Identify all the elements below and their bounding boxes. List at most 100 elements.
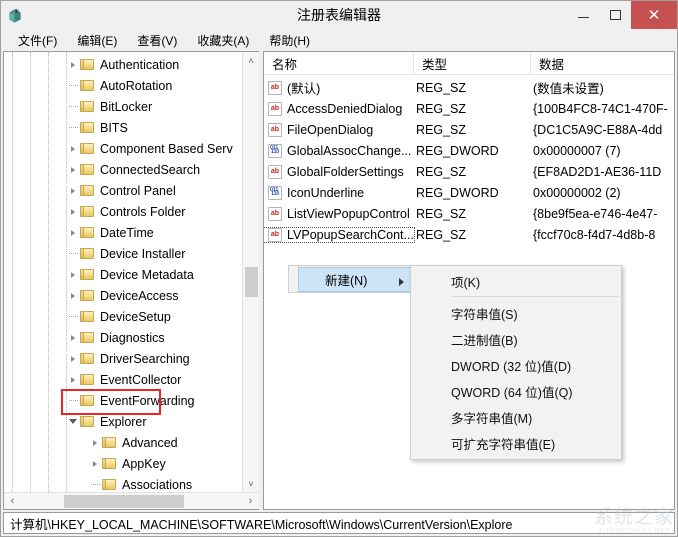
tree-node[interactable]: ConnectedSearch: [4, 159, 242, 180]
tree-node[interactable]: DateTime: [4, 222, 242, 243]
close-button[interactable]: ✕: [631, 1, 677, 29]
window-controls: ✕: [567, 1, 677, 29]
tree-vertical-scrollbar[interactable]: ˄ ˅: [242, 52, 259, 492]
context-menu-new-label: 新建(N): [325, 274, 368, 288]
value-name: LVPopupSearchCont...: [287, 227, 414, 242]
tree-scroll-left-button[interactable]: ‹: [4, 493, 21, 510]
tree-node[interactable]: Device Metadata: [4, 264, 242, 285]
value-data: {EF8AD2D1-AE36-11D: [533, 164, 662, 179]
menu-file[interactable]: 文件(F): [9, 30, 66, 51]
tree-scroll-down-button[interactable]: ˅: [243, 475, 260, 492]
value-name-cell: 011 110 GlobalAssocChange...: [264, 143, 414, 158]
tree-node[interactable]: DriverSearching: [4, 348, 242, 369]
expand-arrow-icon[interactable]: [66, 145, 80, 152]
value-type: REG_SZ: [416, 80, 467, 95]
tree-node[interactable]: BitLocker: [4, 96, 242, 117]
tree-node[interactable]: BITS: [4, 117, 242, 138]
value-data: 0x00000007 (7): [533, 143, 621, 158]
menu-view[interactable]: 查看(V): [128, 30, 186, 51]
tree-node[interactable]: DeviceAccess: [4, 285, 242, 306]
expand-arrow-icon[interactable]: [66, 355, 80, 362]
value-type: REG_SZ: [416, 101, 467, 116]
tree-node[interactable]: Diagnostics: [4, 327, 242, 348]
context-menu-item[interactable]: 二进制值(B): [411, 326, 621, 352]
menu-help[interactable]: 帮助(H): [260, 30, 319, 51]
expand-arrow-icon[interactable]: [66, 208, 80, 215]
value-row[interactable]: ab LVPopupSearchCont... REG_SZ {fccf70c8-f4…: [264, 224, 674, 245]
context-menu-item-new[interactable]: 新建(N): [298, 267, 415, 292]
tree-scroll-row: Authentication AutoRotation BitLocker BITS C…: [4, 52, 259, 492]
tree-node[interactable]: Component Based Serv: [4, 138, 242, 159]
tree-node[interactable]: Device Installer: [4, 243, 242, 264]
value-row[interactable]: ab FileOpenDialog REG_SZ {DC1C5A9C-E88A-4dd: [264, 119, 674, 140]
expand-arrow-icon[interactable]: [66, 166, 80, 173]
value-name: AccessDeniedDialog: [287, 101, 403, 116]
tree-node[interactable]: Controls Folder: [4, 201, 242, 222]
expand-arrow-icon[interactable]: [88, 460, 102, 467]
context-menu-item[interactable]: 项(K): [411, 268, 621, 294]
tree-node[interactable]: Control Panel: [4, 180, 242, 201]
folder-icon: [102, 478, 117, 491]
registry-editor-icon-svg: [9, 8, 21, 22]
expand-arrow-icon[interactable]: [66, 334, 80, 341]
tree-node[interactable]: Explorer: [4, 411, 242, 432]
context-menu-item[interactable]: QWORD (64 位)值(Q): [411, 378, 621, 404]
tree-node[interactable]: EventForwarding: [4, 390, 242, 411]
tree-node[interactable]: AppKey: [4, 453, 242, 474]
expand-arrow-icon[interactable]: [66, 376, 80, 383]
tree-node[interactable]: Authentication: [4, 54, 242, 75]
context-menu-item[interactable]: DWORD (32 位)值(D): [411, 352, 621, 378]
tree-node[interactable]: EventCollector: [4, 369, 242, 390]
value-name: (默认): [287, 82, 321, 96]
context-menu-item[interactable]: 多字符串值(M): [411, 404, 621, 430]
registry-tree-pane: Authentication AutoRotation BitLocker BITS C…: [3, 51, 259, 510]
folder-icon: [80, 226, 95, 239]
expand-arrow-icon[interactable]: [66, 61, 80, 68]
value-row[interactable]: ab AccessDeniedDialog REG_SZ {100B4FC8-74C1…: [264, 98, 674, 119]
value-type: REG_DWORD: [416, 143, 499, 158]
tree-node[interactable]: DeviceSetup: [4, 306, 242, 327]
value-row[interactable]: 011 110 IconUnderline REG_DWORD 0x00000002 (…: [264, 182, 674, 203]
tree-hscroll-thumb[interactable]: [64, 495, 184, 508]
column-header-type[interactable]: 类型: [414, 52, 531, 74]
expand-arrow-icon[interactable]: [66, 187, 80, 194]
tree-node-connector: [66, 400, 80, 401]
tree-node-connector: [66, 316, 80, 317]
chevron-right-icon: [399, 278, 404, 286]
value-row[interactable]: 011 110 GlobalAssocChange... REG_DWORD 0x000…: [264, 140, 674, 161]
tree-node[interactable]: AutoRotation: [4, 75, 242, 96]
menu-edit[interactable]: 编辑(E): [68, 30, 126, 51]
context-menu-item[interactable]: 可扩充字符串值(E): [411, 430, 621, 456]
tree-scroll-up-button[interactable]: ˄: [243, 52, 260, 69]
collapse-arrow-icon[interactable]: [66, 419, 80, 424]
folder-icon: [80, 247, 95, 260]
tree-scroll-thumb[interactable]: [245, 267, 258, 297]
tree-node-label: Control Panel: [100, 183, 176, 198]
folder-icon: [80, 184, 95, 197]
folder-icon: [80, 415, 95, 428]
menu-favorites[interactable]: 收藏夹(A): [188, 30, 258, 51]
column-header-name[interactable]: 名称: [264, 52, 414, 74]
context-menu-item[interactable]: 字符串值(S): [411, 300, 621, 326]
expand-arrow-icon[interactable]: [66, 271, 80, 278]
tree-node[interactable]: Associations: [4, 474, 242, 492]
tree-node[interactable]: Advanced: [4, 432, 242, 453]
tree-node-label: Associations: [122, 477, 193, 492]
minimize-button[interactable]: [567, 1, 599, 29]
value-name-cell: 011 110 IconUnderline: [264, 185, 414, 200]
expand-arrow-icon[interactable]: [66, 229, 80, 236]
tree-horizontal-scrollbar[interactable]: ‹ ›: [4, 492, 259, 509]
value-row[interactable]: ab GlobalFolderSettings REG_SZ {EF8AD2D1-AE…: [264, 161, 674, 182]
expand-arrow-icon[interactable]: [66, 292, 80, 299]
value-data: {100B4FC8-74C1-470F-: [533, 101, 668, 116]
value-row[interactable]: ab (默认) REG_SZ (数值未设置): [264, 77, 674, 98]
tree-node-label: DriverSearching: [100, 351, 190, 366]
maximize-button[interactable]: [599, 1, 631, 29]
column-header-data[interactable]: 数据: [531, 52, 674, 74]
registry-tree[interactable]: Authentication AutoRotation BitLocker BITS C…: [4, 52, 242, 492]
expand-arrow-icon[interactable]: [88, 439, 102, 446]
status-bar: 计算机\HKEY_LOCAL_MACHINE\SOFTWARE\Microsof…: [3, 512, 675, 534]
value-type: REG_DWORD: [416, 185, 499, 200]
tree-scroll-right-button[interactable]: ›: [242, 493, 259, 510]
value-row[interactable]: ab ListViewPopupControl REG_SZ {8be9f5ea-e7…: [264, 203, 674, 224]
